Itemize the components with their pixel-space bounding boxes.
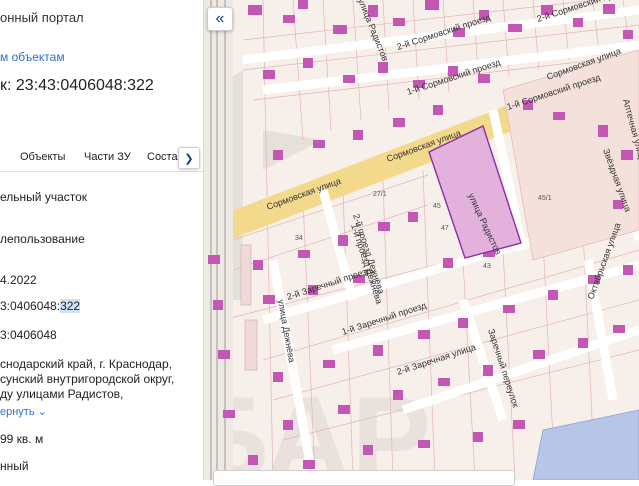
field-cadastral-number: 3:0406048:322 (0, 299, 81, 313)
field-category: нный (0, 459, 29, 473)
tab-parts[interactable]: Части ЗУ (84, 151, 131, 163)
address-line: сунский внутригородской округ, (0, 372, 175, 386)
address-line: снодарский край, г. Краснодар, (0, 357, 172, 371)
house-number: 45/1 (538, 195, 552, 202)
field-date: 4.2022 (0, 273, 37, 287)
house-number: 27/1 (373, 191, 387, 198)
map-bottom-bar[interactable] (213, 470, 515, 486)
map-canvas: БАР Сормовская улица Сормовская улица Со… (203, 0, 639, 480)
back-to-objects-link[interactable]: м объектам (0, 50, 65, 64)
chevron-right-icon: ❯ (184, 152, 194, 165)
chevron-double-left-icon: « (215, 10, 225, 27)
field-address: снодарский край, г. Краснодар, сунский в… (0, 357, 174, 402)
collapse-address-link[interactable]: ернуть ⌄ (0, 405, 47, 418)
info-panel: онный портал м объектам к: 23:43:0406048… (0, 0, 204, 480)
field-quarter: 3:0406048 (0, 328, 57, 342)
chevron-down-icon: ⌄ (37, 406, 47, 418)
field-object-type: ельный участок (0, 190, 88, 204)
portal-title: онный портал (0, 10, 84, 25)
field-usage: лепользование (0, 232, 85, 246)
cadastral-map[interactable]: БАР Сормовская улица Сормовская улица Со… (203, 0, 639, 480)
tabs-scroll-right-button[interactable]: ❯ (178, 147, 200, 169)
cadastral-number-selected: 322 (60, 299, 81, 313)
street-label: 2-й Заречная улица (396, 342, 478, 377)
collapse-panel-button[interactable]: « (207, 7, 233, 31)
water-body (532, 409, 639, 480)
cadastral-number-title: к: 23:43:0406048:322 (0, 77, 154, 94)
house-number: 47 (441, 225, 449, 232)
panel-tabs: Объекты Части ЗУ Состав ❯ (0, 145, 203, 172)
collapse-label: ернуть (0, 406, 35, 418)
address-line: ду улицами Радистов, (0, 387, 124, 401)
field-area: 99 кв. м (0, 432, 44, 446)
house-number: 45 (433, 203, 441, 210)
house-number: 34 (295, 235, 303, 242)
cadastral-number-prefix: 3:0406048: (0, 299, 61, 313)
tab-objects[interactable]: Объекты (20, 151, 65, 163)
house-number: 43 (483, 263, 491, 270)
